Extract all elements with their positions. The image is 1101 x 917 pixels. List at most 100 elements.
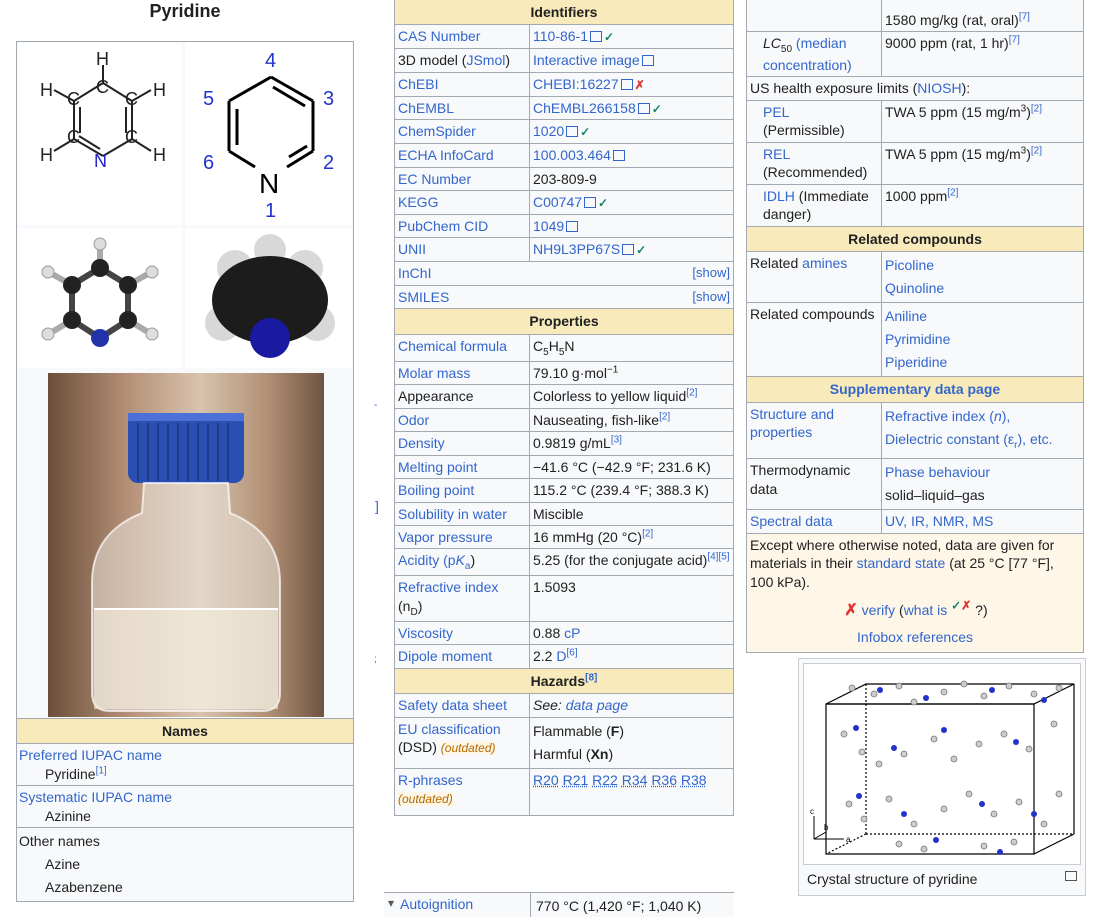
verify-link[interactable]: verify xyxy=(862,602,895,618)
kegg-value[interactable]: C00747 xyxy=(533,194,582,210)
kegg-label[interactable]: KEGG xyxy=(398,194,438,210)
chembl-label[interactable]: ChEMBL xyxy=(398,100,454,116)
ec-number-label[interactable]: EC Number xyxy=(398,171,471,187)
identifiers-header: Identifiers xyxy=(394,0,734,26)
enlarge-icon[interactable] xyxy=(1065,871,1077,881)
piperidine-link[interactable]: Piperidine xyxy=(885,354,947,370)
dipole-unit-link[interactable]: D xyxy=(556,648,566,664)
bottle-photo[interactable] xyxy=(48,373,324,717)
odor-label[interactable]: Odor xyxy=(398,412,429,428)
echa-infocard-label[interactable]: ECHA InfoCard xyxy=(398,147,494,163)
ld50-ref[interactable]: [7] xyxy=(1019,11,1030,22)
odor-ref[interactable]: [2] xyxy=(659,411,670,422)
pubchem-cid-value[interactable]: 1049 xyxy=(533,218,564,234)
chemspider-label[interactable]: ChemSpider xyxy=(398,123,476,139)
smiles-show-toggle[interactable]: [show] xyxy=(692,288,730,305)
acidity-label[interactable]: Acidity (pKa xyxy=(398,552,470,572)
infobox-references-link[interactable]: Infobox references xyxy=(857,629,973,645)
aniline-link[interactable]: Aniline xyxy=(885,308,927,324)
appearance-ref[interactable]: [2] xyxy=(686,388,697,399)
refractive-index-label[interactable]: Refractive index xyxy=(398,579,498,595)
echa-infocard-value[interactable]: 100.003.464 xyxy=(533,147,611,163)
chembl-value[interactable]: ChEMBL266158 xyxy=(533,100,636,116)
unii-label[interactable]: UNII xyxy=(398,241,426,257)
boiling-point-label[interactable]: Boiling point xyxy=(398,482,474,498)
spectral-data-value-link[interactable]: UV, IR, NMR, MS xyxy=(885,513,993,529)
what-is-link[interactable]: what is xyxy=(904,602,948,618)
chemical-formula-label[interactable]: Chemical formula xyxy=(398,338,507,354)
lc50-ref[interactable]: [7] xyxy=(1009,34,1020,45)
standard-state-link[interactable]: standard state xyxy=(857,555,946,571)
check-icon: ✓ xyxy=(598,196,609,211)
crystal-structure-image[interactable]: c b a xyxy=(803,663,1081,865)
r-phrase-4[interactable]: R34 xyxy=(622,772,648,788)
eu-classification-label[interactable]: EU classification xyxy=(398,721,501,737)
idlh-ref[interactable]: [2] xyxy=(947,187,958,198)
safety-data-sheet-label[interactable]: Safety data sheet xyxy=(398,697,507,713)
r-phrases-label[interactable]: R-phrases xyxy=(398,772,463,788)
data-page-link[interactable]: data page xyxy=(566,697,628,713)
collapse-arrow-icon[interactable]: ▾ xyxy=(388,896,394,910)
systematic-iupac-cell: Systematic IUPAC name Azinine xyxy=(16,785,354,829)
r-phrase-3[interactable]: R22 xyxy=(592,772,618,788)
solubility-label[interactable]: Solubility in water xyxy=(398,506,507,522)
viscosity-unit-link[interactable]: cP xyxy=(564,625,580,641)
chebi-label[interactable]: ChEBI xyxy=(398,76,438,92)
r-phrase-5[interactable]: R36 xyxy=(651,772,677,788)
picoline-link[interactable]: Picoline xyxy=(885,257,934,273)
preferred-iupac-ref[interactable]: [1] xyxy=(96,765,107,776)
chemspider-value[interactable]: 1020 xyxy=(533,123,564,139)
outdated-badge: (outdated) xyxy=(440,741,496,756)
pubchem-cid-label[interactable]: PubChem CID xyxy=(398,218,488,234)
r-phrase-2[interactable]: R21 xyxy=(563,772,589,788)
external-link-icon xyxy=(566,221,579,233)
density-label[interactable]: Density xyxy=(398,435,445,451)
preferred-iupac-link[interactable]: Preferred IUPAC name xyxy=(19,747,162,763)
cas-number-value[interactable]: 110-86-1 xyxy=(533,28,588,44)
skeletal-formula-image[interactable]: H C C C C C H H H H N xyxy=(18,43,182,225)
pel-link[interactable]: PEL xyxy=(763,104,789,120)
vapor-pressure-ref[interactable]: [2] xyxy=(642,528,653,539)
melting-point-label[interactable]: Melting point xyxy=(398,459,477,475)
ec-number-value: 203-809-9 xyxy=(529,166,734,192)
infobox-title: Pyridine xyxy=(149,1,221,21)
ball-and-stick-image[interactable] xyxy=(18,228,182,368)
structure-properties-link[interactable]: Structure and properties xyxy=(750,406,834,440)
refractive-index-value: 1.5093 xyxy=(529,575,734,622)
niosh-link[interactable]: NIOSH xyxy=(917,80,961,96)
numbered-structure-image[interactable]: 4 3 2 1 6 5 N xyxy=(185,43,352,225)
jsmol-link[interactable]: JSmol xyxy=(466,52,505,68)
rel-link[interactable]: REL xyxy=(763,146,790,162)
r-phrase-6[interactable]: R38 xyxy=(681,772,707,788)
quinoline-link[interactable]: Quinoline xyxy=(885,280,944,296)
vapor-pressure-label[interactable]: Vapor pressure xyxy=(398,529,493,545)
systematic-iupac-link[interactable]: Systematic IUPAC name xyxy=(19,789,172,805)
density-ref[interactable]: [3] xyxy=(611,434,622,445)
rel-ref[interactable]: [2] xyxy=(1031,145,1042,156)
autoignition-label[interactable]: Autoignition xyxy=(400,896,473,912)
svg-text:H: H xyxy=(40,145,53,165)
refractive-index-link[interactable]: Refractive index (n), xyxy=(885,408,1010,424)
r-phrase-1[interactable]: R20 xyxy=(533,772,559,788)
amines-link[interactable]: amines xyxy=(802,255,847,271)
cas-number-label[interactable]: CAS Number xyxy=(398,28,480,44)
dielectric-constant-link[interactable]: Dielectric constant (εr), etc. xyxy=(885,431,1053,451)
phase-behaviour-link[interactable]: Phase behaviour xyxy=(885,464,990,480)
pel-ref[interactable]: [2] xyxy=(1031,103,1042,114)
space-filling-image[interactable] xyxy=(185,228,352,368)
viscosity-label[interactable]: Viscosity xyxy=(398,625,453,641)
supplementary-data-link[interactable]: Supplementary data page xyxy=(830,381,1000,397)
inchi-show-toggle[interactable]: [show] xyxy=(692,264,730,281)
idlh-link[interactable]: IDLH xyxy=(763,188,795,204)
pyrimidine-link[interactable]: Pyrimidine xyxy=(885,331,950,347)
spectral-data-link[interactable]: Spectral data xyxy=(750,513,833,529)
interactive-image-link[interactable]: Interactive image xyxy=(533,52,640,68)
acidity-ref[interactable]: [4][5] xyxy=(707,552,729,563)
dipole-ref[interactable]: [6] xyxy=(566,648,577,659)
dipole-moment-label[interactable]: Dipole moment xyxy=(398,648,492,664)
inchi-label[interactable]: InChI xyxy=(398,265,431,281)
molar-mass-label[interactable]: Molar mass xyxy=(398,365,470,381)
unii-value[interactable]: NH9L3PP67S xyxy=(533,241,620,257)
smiles-label[interactable]: SMILES xyxy=(398,289,449,305)
chebi-value[interactable]: CHEBI:16227 xyxy=(533,76,619,92)
